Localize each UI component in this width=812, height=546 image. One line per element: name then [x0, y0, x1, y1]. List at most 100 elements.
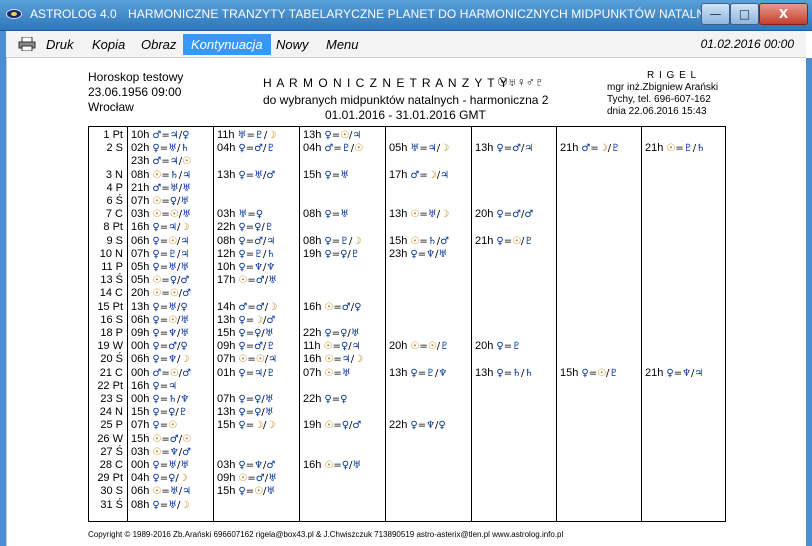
transit-hour: 19h [303, 247, 322, 260]
transit-entry: 19h ☉=♀/♂ [303, 419, 361, 431]
chart-place: Wrocław [88, 100, 134, 114]
transit-hour: 20h [475, 340, 494, 353]
transit-aspect-glyphs: ♀=♅/♀ [152, 301, 188, 313]
transit-aspect-glyphs: ♀=♀/♅ [238, 394, 274, 405]
transit-entry: 23h ♂=♃/☉ [131, 155, 191, 167]
day-label: 2 S [106, 142, 123, 155]
transit-hour: 21h [645, 366, 664, 379]
transit-aspect-glyphs: ♀=♂/♀ [152, 341, 188, 353]
transit-entry: 07h ☉=☉/♃ [217, 353, 277, 365]
app-name: ASTROLOG 4.0 [30, 7, 117, 21]
menu-item-obraz[interactable]: Obraz [141, 37, 176, 52]
transit-aspect-glyphs: ♅=♃/☽ [410, 143, 450, 155]
transit-entry: 21h ♂=☽/♇ [560, 142, 620, 154]
transit-hour: 03h [217, 459, 236, 471]
transit-entry: 11h ♅=♇/☽ [217, 129, 276, 141]
minimize-button[interactable]: — [701, 3, 730, 25]
transit-hour: 10h [131, 129, 150, 141]
title-planet-glyphs: ☉♅♀♂♇ [497, 75, 544, 89]
transit-entry: 06h ♀=☉/♅ [131, 314, 189, 326]
transit-hour: 09h [131, 327, 150, 339]
table-row: 29 Pt 04h ♀=♀/☽ 09h ☉=♂/♅ [89, 472, 727, 485]
day-label: 24 N [99, 406, 123, 419]
transit-aspect-glyphs: ♀=♇/☽ [324, 235, 362, 247]
menu-item-nowy[interactable]: Nowy [276, 37, 309, 52]
transit-entry: 08h ♀=♂/♃ [217, 235, 275, 247]
transit-hour: 13h [217, 313, 236, 326]
transit-aspect-glyphs: ♀=♅ [324, 209, 350, 221]
transit-aspect-glyphs: ☉=♄/♂ [410, 235, 450, 247]
transit-entry: 19h ♀=♀/♇ [303, 248, 360, 260]
transit-entry: 14h ♂=♂/☽ [217, 301, 277, 313]
transit-entry: 03h ☉=♆/♂ [131, 446, 191, 458]
transit-aspect-glyphs: ☉=☉/♅ [152, 209, 192, 221]
transit-aspect-glyphs: ☉=♂/☉ [152, 433, 192, 445]
transit-aspect-glyphs: ☉=♀/♅ [152, 196, 190, 207]
transit-hour: 16h [131, 379, 150, 392]
transit-hour: 15h [217, 419, 236, 432]
transit-aspect-glyphs: ♀=♀/♇ [152, 407, 188, 419]
transit-entry: 01h ♀=♃/♇ [217, 367, 275, 379]
transit-entry: 13h ♀=♅/♂ [217, 169, 275, 181]
transit-aspect-glyphs: ☉=♄/♃ [152, 169, 192, 181]
table-row: 2 S 02h ♀=♅/♄ 04h ♀=♂/♇ 04h ♂=♇/☉ 05h ♅=♃/☽ 13h ♀=… [89, 142, 727, 155]
transit-aspect-glyphs: ♀=♅/♅ [152, 262, 190, 273]
transit-entry: 15h ♀=♀/♇ [131, 406, 188, 418]
table-row: 13 Ś 05h ☉=♀/♂ 17h ☉=♂/♅ [89, 274, 727, 287]
transit-entry: 13h ♀=☽/♂ [217, 314, 275, 326]
table-row: 19 W 00h ♀=♂/♀ 09h ♀=♂/♇ 11h ☉=♀/♃ 20h ☉=☉/♇ 20h ♀… [89, 340, 727, 353]
transit-entry: 08h ♀=♅ [303, 208, 349, 220]
current-date: 01.02.2016 00:00 [700, 37, 794, 51]
transit-aspect-glyphs: ♀=♆/☽ [152, 354, 190, 366]
maximize-button[interactable]: □ [730, 3, 759, 25]
transit-aspect-glyphs: ☉=♂/♅ [238, 275, 278, 287]
transit-entry: 08h ♀=♅/☽ [131, 499, 189, 511]
transit-entry: 20h ♀=♂/♂ [475, 208, 533, 220]
transit-aspect-glyphs: ♀=☽/♂ [238, 314, 276, 326]
transit-hour: 16h [303, 353, 322, 366]
day-label: 30 S [100, 485, 123, 498]
transit-aspect-glyphs: ☉=♅/♃ [152, 486, 192, 498]
table-row: 16 S 06h ♀=☉/♅ 13h ♀=☽/♂ [89, 314, 727, 327]
transit-hour: 20h [389, 340, 408, 353]
transit-entry: 10h ♀=♆/♆ [217, 261, 275, 273]
transit-hour: 23h [131, 155, 150, 168]
menu-item-kopia[interactable]: Kopia [92, 37, 125, 52]
day-label: 3 N [105, 168, 123, 181]
menu-item-menu[interactable]: Menu [326, 37, 359, 52]
transit-aspect-glyphs: ♀=♆/♅ [152, 328, 190, 339]
transit-entry: 17h ♂=☽/♃ [389, 169, 449, 181]
transit-hour: 00h [131, 459, 150, 471]
transit-hour: 16h [303, 459, 322, 471]
transit-aspect-glyphs: ☉=♂/♅ [238, 473, 278, 485]
transit-entry: 00h ♀=♂/♀ [131, 340, 188, 352]
transit-entry: 13h ♀=♀/♅ [217, 406, 274, 418]
transit-hour: 21h [645, 142, 664, 155]
transit-hour: 09h [217, 340, 236, 353]
menu-item-druk[interactable]: Druk [46, 37, 73, 52]
transit-hour: 16h [303, 300, 322, 313]
menu-item-kontynuacja[interactable]: Kontynuacja [183, 34, 271, 55]
transit-entry: 06h ♀=☉/♃ [131, 235, 189, 247]
transit-hour: 15h [560, 366, 579, 379]
transit-entry: 07h ♀=♀/♅ [217, 393, 274, 405]
transit-entry: 21h ♀=☉/♇ [475, 235, 533, 247]
transit-entry: 15h ♀=♅ [303, 169, 349, 181]
transit-aspect-glyphs: ♀=☉/♇ [496, 235, 534, 247]
printer-icon[interactable] [18, 37, 36, 51]
transit-hour: 05h [131, 261, 150, 273]
transit-entry: 15h ♀=☉/♇ [560, 367, 618, 379]
transit-entry: 00h ♂=☉/♂ [131, 367, 191, 379]
transit-entry: 16h ☉=♀/♅ [303, 459, 361, 471]
day-label: 22 Pt [97, 379, 123, 392]
transit-aspect-glyphs: ♀=♅/☽ [152, 499, 190, 511]
transit-aspect-glyphs: ♀=☉/♅ [238, 486, 276, 498]
app-logo-icon [6, 9, 22, 19]
transit-hour: 00h [131, 340, 150, 353]
transit-hour: 07h [217, 393, 236, 405]
close-button[interactable]: X [759, 3, 808, 25]
transit-hour: 06h [131, 485, 150, 498]
transit-table: 1 Pt 10h ♂=♃/♀ 11h ♅=♇/☽ 13h ♀=☉/♃ 2 S 02h ♀=♅/♄ 0… [88, 126, 726, 522]
table-row: 14 C 20h ☉=☉/♂ [89, 287, 727, 300]
report-title: H A R M O N I C Z N E T R A N Z Y T Y [263, 76, 509, 90]
